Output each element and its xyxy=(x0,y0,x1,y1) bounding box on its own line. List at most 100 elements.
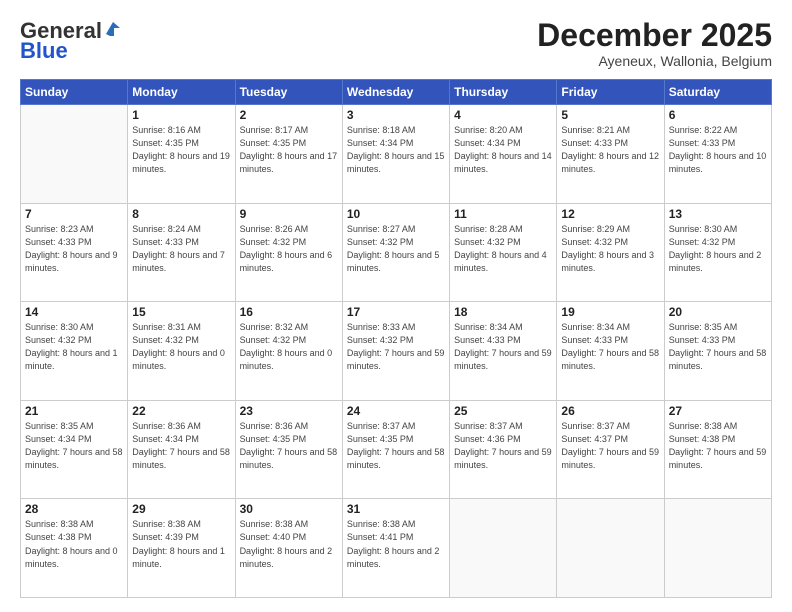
day-info: Sunrise: 8:30 AMSunset: 4:32 PMDaylight:… xyxy=(669,223,767,275)
day-info: Sunrise: 8:26 AMSunset: 4:32 PMDaylight:… xyxy=(240,223,338,275)
calendar-cell: 1 Sunrise: 8:16 AMSunset: 4:35 PMDaylight… xyxy=(128,105,235,204)
day-number: 25 xyxy=(454,404,552,418)
calendar-cell: 24 Sunrise: 8:37 AMSunset: 4:35 PMDayligh… xyxy=(342,400,449,499)
calendar-cell: 25 Sunrise: 8:37 AMSunset: 4:36 PMDayligh… xyxy=(450,400,557,499)
weekday-header-thursday: Thursday xyxy=(450,80,557,105)
calendar-cell: 22 Sunrise: 8:36 AMSunset: 4:34 PMDayligh… xyxy=(128,400,235,499)
day-info: Sunrise: 8:34 AMSunset: 4:33 PMDaylight:… xyxy=(454,321,552,373)
logo-icon xyxy=(104,20,122,38)
day-info: Sunrise: 8:16 AMSunset: 4:35 PMDaylight:… xyxy=(132,124,230,176)
day-info: Sunrise: 8:37 AMSunset: 4:36 PMDaylight:… xyxy=(454,420,552,472)
page: General Blue December 2025 Ayeneux, Wall… xyxy=(0,0,792,612)
calendar-cell: 13Sunrise: 8:30 AMSunset: 4:32 PMDayligh… xyxy=(664,203,771,302)
day-number: 6 xyxy=(669,108,767,122)
day-number: 5 xyxy=(561,108,659,122)
calendar-table: SundayMondayTuesdayWednesdayThursdayFrid… xyxy=(20,79,772,598)
day-info: Sunrise: 8:35 AMSunset: 4:34 PMDaylight:… xyxy=(25,420,123,472)
calendar-cell: 5 Sunrise: 8:21 AMSunset: 4:33 PMDaylight… xyxy=(557,105,664,204)
day-number: 30 xyxy=(240,502,338,516)
calendar-week-row: 28 Sunrise: 8:38 AMSunset: 4:38 PMDayligh… xyxy=(21,499,772,598)
logo-blue-text: Blue xyxy=(20,38,68,64)
day-number: 2 xyxy=(240,108,338,122)
day-info: Sunrise: 8:36 AMSunset: 4:35 PMDaylight:… xyxy=(240,420,338,472)
day-info: Sunrise: 8:29 AMSunset: 4:32 PMDaylight:… xyxy=(561,223,659,275)
day-number: 24 xyxy=(347,404,445,418)
calendar-cell: 12 Sunrise: 8:29 AMSunset: 4:32 PMDayligh… xyxy=(557,203,664,302)
calendar-week-row: 7 Sunrise: 8:23 AMSunset: 4:33 PMDaylight… xyxy=(21,203,772,302)
day-number: 21 xyxy=(25,404,123,418)
day-number: 15 xyxy=(132,305,230,319)
weekday-header-saturday: Saturday xyxy=(664,80,771,105)
calendar-cell: 26 Sunrise: 8:37 AMSunset: 4:37 PMDayligh… xyxy=(557,400,664,499)
calendar-cell: 20Sunrise: 8:35 AMSunset: 4:33 PMDayligh… xyxy=(664,302,771,401)
calendar-cell: 11Sunrise: 8:28 AMSunset: 4:32 PMDayligh… xyxy=(450,203,557,302)
calendar-cell: 30 Sunrise: 8:38 AMSunset: 4:40 PMDayligh… xyxy=(235,499,342,598)
day-info: Sunrise: 8:23 AMSunset: 4:33 PMDaylight:… xyxy=(25,223,123,275)
day-number: 28 xyxy=(25,502,123,516)
day-info: Sunrise: 8:38 AMSunset: 4:41 PMDaylight:… xyxy=(347,518,445,570)
weekday-header-row: SundayMondayTuesdayWednesdayThursdayFrid… xyxy=(21,80,772,105)
day-number: 17 xyxy=(347,305,445,319)
day-info: Sunrise: 8:18 AMSunset: 4:34 PMDaylight:… xyxy=(347,124,445,176)
calendar-cell: 21 Sunrise: 8:35 AMSunset: 4:34 PMDayligh… xyxy=(21,400,128,499)
day-number: 19 xyxy=(561,305,659,319)
day-info: Sunrise: 8:34 AMSunset: 4:33 PMDaylight:… xyxy=(561,321,659,373)
day-number: 31 xyxy=(347,502,445,516)
day-info: Sunrise: 8:36 AMSunset: 4:34 PMDaylight:… xyxy=(132,420,230,472)
calendar-cell: 7 Sunrise: 8:23 AMSunset: 4:33 PMDaylight… xyxy=(21,203,128,302)
day-info: Sunrise: 8:20 AMSunset: 4:34 PMDaylight:… xyxy=(454,124,552,176)
day-number: 12 xyxy=(561,207,659,221)
day-info: Sunrise: 8:28 AMSunset: 4:32 PMDaylight:… xyxy=(454,223,552,275)
calendar-cell xyxy=(21,105,128,204)
calendar-cell xyxy=(664,499,771,598)
logo: General Blue xyxy=(20,18,122,64)
calendar-cell: 8 Sunrise: 8:24 AMSunset: 4:33 PMDaylight… xyxy=(128,203,235,302)
day-info: Sunrise: 8:37 AMSunset: 4:35 PMDaylight:… xyxy=(347,420,445,472)
calendar-cell: 18Sunrise: 8:34 AMSunset: 4:33 PMDayligh… xyxy=(450,302,557,401)
day-number: 22 xyxy=(132,404,230,418)
day-number: 26 xyxy=(561,404,659,418)
calendar-cell: 3Sunrise: 8:18 AMSunset: 4:34 PMDaylight… xyxy=(342,105,449,204)
day-number: 1 xyxy=(132,108,230,122)
calendar-cell xyxy=(557,499,664,598)
calendar-cell: 29Sunrise: 8:38 AMSunset: 4:39 PMDayligh… xyxy=(128,499,235,598)
calendar-cell: 23 Sunrise: 8:36 AMSunset: 4:35 PMDayligh… xyxy=(235,400,342,499)
day-info: Sunrise: 8:38 AMSunset: 4:38 PMDaylight:… xyxy=(669,420,767,472)
day-info: Sunrise: 8:22 AMSunset: 4:33 PMDaylight:… xyxy=(669,124,767,176)
day-info: Sunrise: 8:24 AMSunset: 4:33 PMDaylight:… xyxy=(132,223,230,275)
location: Ayeneux, Wallonia, Belgium xyxy=(537,53,772,69)
day-info: Sunrise: 8:27 AMSunset: 4:32 PMDaylight:… xyxy=(347,223,445,275)
day-info: Sunrise: 8:38 AMSunset: 4:39 PMDaylight:… xyxy=(132,518,230,570)
day-info: Sunrise: 8:30 AMSunset: 4:32 PMDaylight:… xyxy=(25,321,123,373)
day-info: Sunrise: 8:33 AMSunset: 4:32 PMDaylight:… xyxy=(347,321,445,373)
day-number: 4 xyxy=(454,108,552,122)
calendar-week-row: 1 Sunrise: 8:16 AMSunset: 4:35 PMDaylight… xyxy=(21,105,772,204)
header: General Blue December 2025 Ayeneux, Wall… xyxy=(20,18,772,69)
day-number: 23 xyxy=(240,404,338,418)
day-info: Sunrise: 8:38 AMSunset: 4:40 PMDaylight:… xyxy=(240,518,338,570)
day-info: Sunrise: 8:17 AMSunset: 4:35 PMDaylight:… xyxy=(240,124,338,176)
calendar-cell: 10 Sunrise: 8:27 AMSunset: 4:32 PMDayligh… xyxy=(342,203,449,302)
day-info: Sunrise: 8:21 AMSunset: 4:33 PMDaylight:… xyxy=(561,124,659,176)
calendar-cell: 9Sunrise: 8:26 AMSunset: 4:32 PMDaylight… xyxy=(235,203,342,302)
day-info: Sunrise: 8:31 AMSunset: 4:32 PMDaylight:… xyxy=(132,321,230,373)
calendar-cell: 6 Sunrise: 8:22 AMSunset: 4:33 PMDaylight… xyxy=(664,105,771,204)
day-number: 27 xyxy=(669,404,767,418)
day-info: Sunrise: 8:32 AMSunset: 4:32 PMDaylight:… xyxy=(240,321,338,373)
day-info: Sunrise: 8:35 AMSunset: 4:33 PMDaylight:… xyxy=(669,321,767,373)
weekday-header-sunday: Sunday xyxy=(21,80,128,105)
day-number: 10 xyxy=(347,207,445,221)
weekday-header-wednesday: Wednesday xyxy=(342,80,449,105)
weekday-header-monday: Monday xyxy=(128,80,235,105)
calendar-cell: 31 Sunrise: 8:38 AMSunset: 4:41 PMDayligh… xyxy=(342,499,449,598)
title-block: December 2025 Ayeneux, Wallonia, Belgium xyxy=(537,18,772,69)
calendar-cell: 19 Sunrise: 8:34 AMSunset: 4:33 PMDayligh… xyxy=(557,302,664,401)
calendar-cell: 16Sunrise: 8:32 AMSunset: 4:32 PMDayligh… xyxy=(235,302,342,401)
day-number: 14 xyxy=(25,305,123,319)
day-info: Sunrise: 8:37 AMSunset: 4:37 PMDaylight:… xyxy=(561,420,659,472)
day-info: Sunrise: 8:38 AMSunset: 4:38 PMDaylight:… xyxy=(25,518,123,570)
calendar-week-row: 21 Sunrise: 8:35 AMSunset: 4:34 PMDayligh… xyxy=(21,400,772,499)
calendar-week-row: 14 Sunrise: 8:30 AMSunset: 4:32 PMDayligh… xyxy=(21,302,772,401)
day-number: 8 xyxy=(132,207,230,221)
day-number: 7 xyxy=(25,207,123,221)
